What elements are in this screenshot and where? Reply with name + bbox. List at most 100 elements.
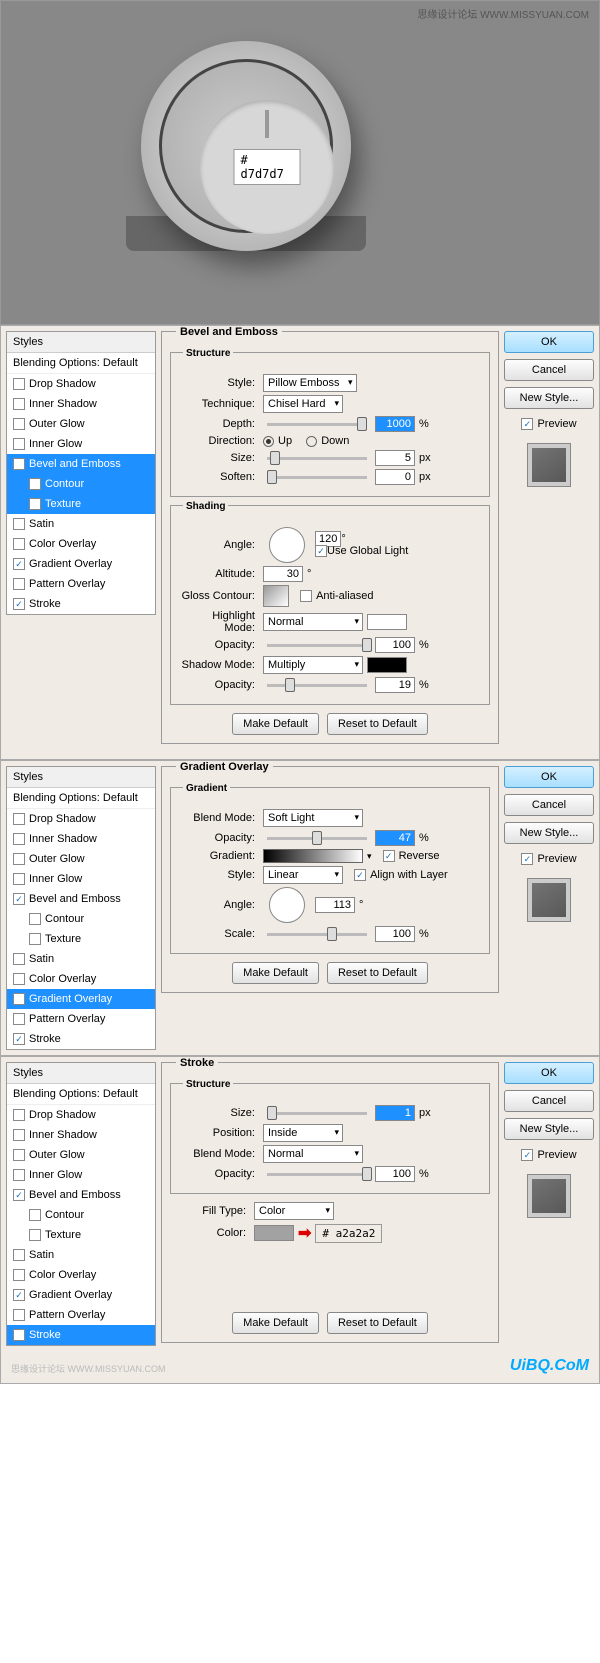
style-drop-shadow[interactable]: Drop Shadow: [7, 374, 155, 394]
preview-checkbox[interactable]: [521, 853, 533, 865]
sh-opacity-slider[interactable]: [267, 684, 367, 687]
opacity-input[interactable]: 47: [375, 830, 415, 846]
checkbox[interactable]: [13, 538, 25, 550]
make-default-button[interactable]: Make Default: [232, 962, 319, 984]
style-outer-glow[interactable]: Outer Glow: [7, 849, 155, 869]
style-outer-glow[interactable]: Outer Glow: [7, 1145, 155, 1165]
style-inner-shadow[interactable]: Inner Shadow: [7, 829, 155, 849]
style-inner-glow[interactable]: Inner Glow: [7, 434, 155, 454]
style-stroke[interactable]: Stroke: [7, 1029, 155, 1049]
reset-default-button[interactable]: Reset to Default: [327, 1312, 428, 1334]
stroke-blend-select[interactable]: Normal: [263, 1145, 363, 1163]
style-inner-glow[interactable]: Inner Glow: [7, 1165, 155, 1185]
cancel-button[interactable]: Cancel: [504, 1090, 594, 1112]
shadow-mode-select[interactable]: Multiply: [263, 656, 363, 674]
checkbox[interactable]: [13, 398, 25, 410]
cancel-button[interactable]: Cancel: [504, 359, 594, 381]
ok-button[interactable]: OK: [504, 331, 594, 353]
ok-button[interactable]: OK: [504, 1062, 594, 1084]
gradient-style-select[interactable]: Linear: [263, 866, 343, 884]
style-pattern-overlay[interactable]: Pattern Overlay: [7, 574, 155, 594]
style-satin[interactable]: Satin: [7, 514, 155, 534]
preview-checkbox[interactable]: [521, 418, 533, 430]
position-select[interactable]: Inside: [263, 1124, 343, 1142]
style-pattern-overlay[interactable]: Pattern Overlay: [7, 1305, 155, 1325]
stroke-opacity-slider[interactable]: [267, 1173, 367, 1176]
ok-button[interactable]: OK: [504, 766, 594, 788]
style-texture[interactable]: Texture: [7, 494, 155, 514]
make-default-button[interactable]: Make Default: [232, 713, 319, 735]
style-color-overlay[interactable]: Color Overlay: [7, 1265, 155, 1285]
angle-dial[interactable]: [269, 887, 305, 923]
new-style-button[interactable]: New Style...: [504, 387, 594, 409]
depth-input[interactable]: 1000: [375, 416, 415, 432]
opacity-slider[interactable]: [267, 837, 367, 840]
style-contour[interactable]: Contour: [7, 1205, 155, 1225]
style-bevel-emboss[interactable]: Bevel and Emboss: [7, 889, 155, 909]
direction-up-radio[interactable]: [263, 436, 274, 447]
depth-slider[interactable]: [267, 423, 367, 426]
style-contour[interactable]: Contour: [7, 909, 155, 929]
global-light-checkbox[interactable]: [315, 545, 327, 557]
style-color-overlay[interactable]: Color Overlay: [7, 969, 155, 989]
style-outer-glow[interactable]: Outer Glow: [7, 414, 155, 434]
sh-opacity-input[interactable]: 19: [375, 677, 415, 693]
style-bevel-emboss[interactable]: Bevel and Emboss: [7, 1185, 155, 1205]
styles-header[interactable]: Styles: [7, 332, 155, 353]
style-texture[interactable]: Texture: [7, 929, 155, 949]
style-inner-shadow[interactable]: Inner Shadow: [7, 1125, 155, 1145]
altitude-input[interactable]: 30: [263, 566, 303, 582]
angle-input[interactable]: 113: [315, 897, 355, 913]
style-inner-glow[interactable]: Inner Glow: [7, 869, 155, 889]
style-gradient-overlay[interactable]: Gradient Overlay: [7, 989, 155, 1009]
soften-input[interactable]: 0: [375, 469, 415, 485]
size-input[interactable]: 5: [375, 450, 415, 466]
checkbox[interactable]: [13, 418, 25, 430]
checkbox[interactable]: [29, 478, 41, 490]
bevel-style-select[interactable]: Pillow Emboss: [263, 374, 357, 392]
highlight-color[interactable]: [367, 614, 407, 630]
stroke-color-swatch[interactable]: [254, 1225, 294, 1241]
reset-default-button[interactable]: Reset to Default: [327, 962, 428, 984]
checkbox[interactable]: [13, 438, 25, 450]
checkbox[interactable]: [13, 578, 25, 590]
style-bevel-emboss[interactable]: Bevel and Emboss: [7, 454, 155, 474]
reverse-checkbox[interactable]: [383, 850, 395, 862]
blend-mode-select[interactable]: Soft Light: [263, 809, 363, 827]
blending-options-item[interactable]: Blending Options: Default: [7, 353, 155, 374]
checkbox[interactable]: [13, 458, 25, 470]
style-inner-shadow[interactable]: Inner Shadow: [7, 394, 155, 414]
style-satin[interactable]: Satin: [7, 949, 155, 969]
fill-type-select[interactable]: Color: [254, 1202, 334, 1220]
stroke-size-slider[interactable]: [267, 1112, 367, 1115]
size-slider[interactable]: [267, 457, 367, 460]
stroke-opacity-input[interactable]: 100: [375, 1166, 415, 1182]
style-gradient-overlay[interactable]: Gradient Overlay: [7, 1285, 155, 1305]
direction-down-radio[interactable]: [306, 436, 317, 447]
technique-select[interactable]: Chisel Hard: [263, 395, 343, 413]
checkbox[interactable]: [13, 598, 25, 610]
scale-input[interactable]: 100: [375, 926, 415, 942]
scale-slider[interactable]: [267, 933, 367, 936]
style-contour[interactable]: Contour: [7, 474, 155, 494]
stroke-size-input[interactable]: 1: [375, 1105, 415, 1121]
hl-opacity-input[interactable]: 100: [375, 637, 415, 653]
style-drop-shadow[interactable]: Drop Shadow: [7, 1105, 155, 1125]
checkbox[interactable]: [13, 558, 25, 570]
hl-opacity-slider[interactable]: [267, 644, 367, 647]
shadow-color[interactable]: [367, 657, 407, 673]
style-color-overlay[interactable]: Color Overlay: [7, 534, 155, 554]
align-checkbox[interactable]: [354, 869, 366, 881]
highlight-mode-select[interactable]: Normal: [263, 613, 363, 631]
new-style-button[interactable]: New Style...: [504, 1118, 594, 1140]
preview-checkbox[interactable]: [521, 1149, 533, 1161]
gradient-picker[interactable]: [263, 849, 363, 863]
style-pattern-overlay[interactable]: Pattern Overlay: [7, 1009, 155, 1029]
antialiased-checkbox[interactable]: [300, 590, 312, 602]
angle-dial[interactable]: [269, 527, 305, 563]
style-texture[interactable]: Texture: [7, 1225, 155, 1245]
gloss-contour[interactable]: [263, 585, 289, 607]
style-satin[interactable]: Satin: [7, 1245, 155, 1265]
style-gradient-overlay[interactable]: Gradient Overlay: [7, 554, 155, 574]
soften-slider[interactable]: [267, 476, 367, 479]
